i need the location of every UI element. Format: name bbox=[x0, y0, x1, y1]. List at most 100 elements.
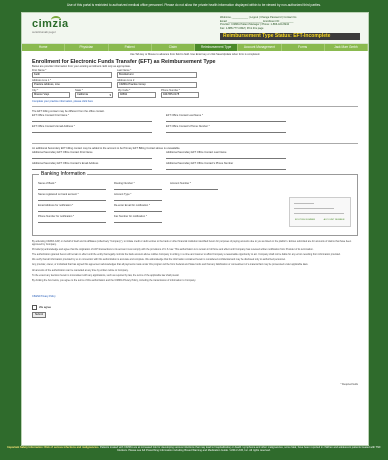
footer-text: Patients treated with CIMZIA are at incr… bbox=[99, 446, 381, 453]
address2-field: Address Line 2 CIMZIA Practice Group bbox=[117, 79, 197, 88]
additional-email-field: Additional Secondary EFT Office Contact'… bbox=[32, 162, 152, 170]
form-tip: Use Tab key or Mouse to advance from fie… bbox=[130, 53, 260, 56]
nav-home[interactable]: Home bbox=[22, 44, 66, 51]
notify-email-field: Email Address for notification * bbox=[38, 204, 106, 212]
nav-forms[interactable]: Forms bbox=[282, 44, 325, 51]
notify-email-input[interactable] bbox=[38, 207, 106, 212]
account-field: Account Number * bbox=[170, 182, 218, 190]
contact-email-row: EFT Office Contact's Email Address * EFT… bbox=[32, 125, 358, 133]
legal-paragraph: By activating CIMZIA CAP, on behalf of i… bbox=[32, 240, 352, 247]
footer-headline: Important Safety Information: Risk of se… bbox=[7, 446, 100, 449]
privacy-policy-link[interactable]: CIMZIA Privacy Policy bbox=[32, 295, 56, 298]
contact-email-input[interactable] bbox=[32, 128, 152, 133]
city-input[interactable]: Mission Viejo bbox=[32, 92, 70, 98]
registered-name-field: Name registered on bank account * bbox=[38, 193, 106, 201]
main-nav: Home Physician Patient Claim Reimburseme… bbox=[22, 44, 368, 51]
submit-button[interactable]: Submit bbox=[32, 311, 46, 318]
nav-claim[interactable]: Claim bbox=[152, 44, 195, 51]
phone-input[interactable]: 949-555-0178 bbox=[161, 92, 199, 98]
safety-footer: Important Safety Information: Risk of se… bbox=[0, 446, 388, 460]
address1-field: Address Line 1 * Practice Address, Line bbox=[32, 79, 112, 88]
contact-first-field: EFT Office Contact First Name * bbox=[32, 114, 152, 122]
legal-paragraph: All amounts of the authorization can be … bbox=[32, 268, 129, 272]
reenter-email-input[interactable] bbox=[114, 207, 162, 212]
contact-first-input[interactable] bbox=[32, 117, 152, 122]
legal-paragraph: Provider(s) acknowledge and agree that t… bbox=[32, 248, 314, 252]
bank-row: Name of Bank * Routing Number * Account … bbox=[38, 182, 352, 190]
zip-input[interactable]: 92691 bbox=[118, 92, 156, 98]
additional-intro: An additional Secondary EFT billing cont… bbox=[32, 147, 181, 150]
additional-phone-field: Additional Secondary EFT Office Contact'… bbox=[166, 162, 286, 170]
required-note: * Required fields bbox=[340, 383, 358, 386]
bank-name-input[interactable] bbox=[38, 185, 106, 190]
contact-phone-input[interactable] bbox=[166, 128, 286, 133]
additional-name-row: Additional Secondary EFT Office Contact … bbox=[32, 151, 358, 159]
last-name-input[interactable]: Brocklehurst bbox=[117, 72, 197, 78]
divider bbox=[32, 106, 358, 107]
legal-terms: By activating CIMZIA CAP, on behalf of i… bbox=[32, 240, 358, 302]
legal-paragraph: Any provider, owner, or individual that … bbox=[32, 263, 309, 267]
brand-logo[interactable]: cimzia certolizumab pegol bbox=[32, 16, 69, 34]
additional-last-field: Additional Secondary EFT Office Contact … bbox=[166, 151, 286, 159]
additional-email-row: Additional Secondary EFT Office Contact'… bbox=[32, 162, 358, 170]
banking-title: Banking Information bbox=[39, 171, 88, 177]
nav-account-management[interactable]: Account Management bbox=[238, 44, 282, 51]
cheque-account-label: ACCOUNT NUMBER bbox=[323, 219, 345, 221]
contact-email-field: EFT Office Contact's Email Address * bbox=[32, 125, 152, 133]
nav-reimbursement-type[interactable]: Reimbursement Type bbox=[195, 44, 239, 51]
reimbursement-status: Reimbursement Type Status: EFT-Incomplet… bbox=[220, 33, 360, 40]
additional-first-input[interactable] bbox=[32, 154, 152, 159]
additional-email-input[interactable] bbox=[32, 165, 152, 170]
first-name-field: First Name * Keith bbox=[32, 69, 112, 78]
state-select[interactable]: California bbox=[75, 92, 113, 98]
contact-name-row: EFT Office Contact First Name * EFT Offi… bbox=[32, 114, 358, 122]
brand-tagline: certolizumab pegol bbox=[32, 30, 56, 34]
account-input[interactable] bbox=[170, 185, 218, 190]
routing-input[interactable] bbox=[114, 185, 162, 190]
notify-fax-input[interactable] bbox=[114, 218, 162, 223]
account-line-4: Fax: 1-888-7??-CIMZ | Print this page bbox=[220, 26, 264, 30]
main-page: cimzia certolizumab pegol Welcome, _____… bbox=[21, 12, 369, 446]
agree-label: We agree bbox=[39, 305, 52, 310]
routing-field: Routing Number * bbox=[114, 182, 162, 190]
nav-extra[interactable]: Jack Marr Gmbh bbox=[325, 44, 368, 51]
cheque-routing-label: ROUTING NUMBER bbox=[294, 219, 316, 221]
agree-checkbox[interactable] bbox=[32, 304, 37, 310]
contacts-intro: The EFT billing contact may be different… bbox=[32, 110, 105, 113]
contact-phone-field: EFT Office Contact's Phone Number * bbox=[166, 125, 286, 133]
legal-paragraph: We verify that all information provided … bbox=[32, 258, 286, 262]
leaf-icon bbox=[51, 16, 61, 24]
state-field: State * California bbox=[75, 89, 113, 98]
page-subtitle: Below are provider information from your… bbox=[32, 65, 131, 68]
name-row: First Name * Keith Last Name * Brocklehu… bbox=[32, 69, 358, 78]
notify-phone-input[interactable] bbox=[38, 218, 106, 223]
legal-paragraph: By clicking the box below, you agree to … bbox=[32, 278, 196, 282]
additional-last-input[interactable] bbox=[166, 154, 286, 159]
account-type-field: Account Type * bbox=[114, 193, 162, 201]
last-name-field: Last Name * Brocklehurst bbox=[117, 69, 197, 78]
first-name-input[interactable]: Keith bbox=[32, 72, 112, 78]
reenter-email-field: Re-enter Email for notification * bbox=[114, 204, 162, 212]
nav-patient[interactable]: Patient bbox=[109, 44, 152, 51]
cheque-line bbox=[294, 213, 344, 214]
sample-cheque-image: ROUTING NUMBER ACCOUNT NUMBER bbox=[289, 197, 351, 227]
notify-fax-field: Fax Number for notification * bbox=[114, 215, 162, 223]
cheque-line bbox=[294, 208, 334, 209]
legal-paragraph: The authorization granted herein will re… bbox=[32, 253, 341, 257]
address2-input[interactable]: CIMZIA Practice Group bbox=[117, 82, 197, 88]
nav-physician[interactable]: Physician bbox=[65, 44, 109, 51]
additional-phone-input[interactable] bbox=[166, 165, 286, 170]
address1-input[interactable]: Practice Address, Line bbox=[32, 82, 112, 88]
top-notice: Use of this portal is restricted to auth… bbox=[0, 0, 388, 10]
contact-last-input[interactable] bbox=[166, 117, 286, 122]
account-type-select[interactable] bbox=[114, 196, 162, 201]
zip-field: Zip Code * 92691 bbox=[118, 89, 156, 98]
registered-name-input[interactable] bbox=[38, 196, 106, 201]
notify-phone-field: Phone Number for notification * bbox=[38, 215, 106, 223]
address-row: Address Line 1 * Practice Address, Line … bbox=[32, 79, 358, 88]
practice-info-link[interactable]: Complete your practice information, plea… bbox=[32, 100, 358, 103]
additional-first-field: Additional Secondary EFT Office Contact … bbox=[32, 151, 152, 159]
city-field: City * Mission Viejo bbox=[32, 89, 70, 98]
cheque-line bbox=[294, 203, 314, 204]
bank-name-field: Name of Bank * bbox=[38, 182, 106, 190]
